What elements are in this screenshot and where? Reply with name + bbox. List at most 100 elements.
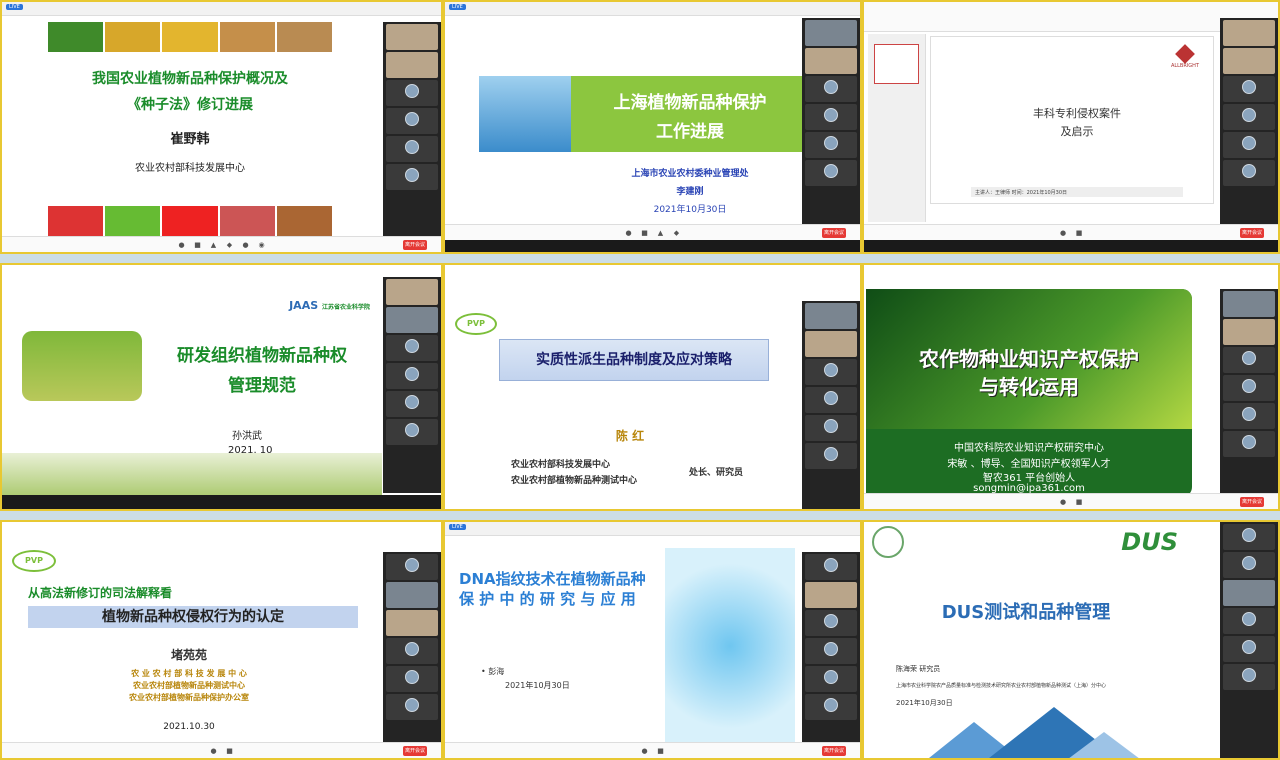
participant-tile[interactable] bbox=[1223, 664, 1275, 690]
participant-video[interactable] bbox=[805, 582, 857, 608]
avatar bbox=[1242, 668, 1256, 682]
participant-tile[interactable] bbox=[805, 554, 857, 580]
participant-tile[interactable] bbox=[1223, 552, 1275, 578]
os-taskbar bbox=[445, 240, 860, 252]
participant-tile[interactable] bbox=[386, 554, 438, 580]
leave-meeting-button[interactable]: 离开会议 bbox=[1240, 228, 1264, 238]
participants-icon[interactable]: ◆ bbox=[225, 240, 235, 250]
participant-video[interactable] bbox=[1223, 48, 1275, 74]
share-icon[interactable]: ▲ bbox=[209, 240, 219, 250]
participant-tile[interactable] bbox=[1223, 132, 1275, 158]
camera-icon[interactable]: ■ bbox=[1074, 228, 1084, 238]
participant-tile[interactable] bbox=[386, 419, 438, 445]
participant-tile[interactable] bbox=[1223, 347, 1275, 373]
participant-video[interactable] bbox=[386, 24, 438, 50]
participant-video[interactable] bbox=[1223, 291, 1275, 317]
slide: 上海植物新品种保护 工作进展 上海市农业农村委种业管理处 李建刚 2021年10… bbox=[479, 18, 809, 224]
leave-meeting-button[interactable]: 离开会议 bbox=[403, 240, 427, 250]
participant-tile[interactable] bbox=[805, 415, 857, 441]
participant-tile[interactable] bbox=[1223, 403, 1275, 429]
participant-tile[interactable] bbox=[386, 666, 438, 692]
participant-video[interactable] bbox=[386, 279, 438, 305]
participant-video[interactable] bbox=[805, 303, 857, 329]
participant-video[interactable] bbox=[805, 20, 857, 46]
slide: ALLBRIGHT 丰科专利侵权案件 及启示 主讲人：王律师 时间：2021年1… bbox=[930, 36, 1214, 204]
participant-tile[interactable] bbox=[1223, 524, 1275, 550]
participant-tile[interactable] bbox=[805, 694, 857, 720]
pvp-logo: PVP bbox=[455, 313, 497, 335]
mic-icon[interactable]: ● bbox=[1058, 228, 1068, 238]
participant-tile[interactable] bbox=[805, 132, 857, 158]
participant-tile[interactable] bbox=[805, 387, 857, 413]
participant-tile[interactable] bbox=[386, 164, 438, 190]
avatar bbox=[1242, 351, 1256, 365]
participant-tile[interactable] bbox=[1223, 76, 1275, 102]
participant-tile[interactable] bbox=[1223, 431, 1275, 457]
record-icon[interactable]: ◉ bbox=[257, 240, 267, 250]
participant-tile[interactable] bbox=[386, 363, 438, 389]
speaker-org: 上海市农业农村委种业管理处 bbox=[631, 169, 749, 179]
slide-title-line-2: 及启示 bbox=[1060, 125, 1094, 138]
participant-tile[interactable] bbox=[805, 666, 857, 692]
participant-tile[interactable] bbox=[805, 443, 857, 469]
avatar bbox=[1242, 435, 1256, 449]
mountain-graphic bbox=[929, 707, 1139, 758]
participant-video[interactable] bbox=[386, 610, 438, 636]
slide-title-line-2: 工作进展 bbox=[656, 122, 724, 142]
leave-meeting-button[interactable]: 离开会议 bbox=[822, 228, 846, 238]
camera-icon[interactable]: ■ bbox=[656, 746, 666, 756]
participant-panel bbox=[1220, 522, 1278, 758]
participant-tile[interactable] bbox=[1223, 160, 1275, 186]
avatar bbox=[1242, 528, 1256, 542]
chat-icon[interactable]: ● bbox=[241, 240, 251, 250]
participant-tile[interactable] bbox=[386, 694, 438, 720]
dna-helix-image bbox=[665, 548, 795, 744]
camera-icon[interactable]: ■ bbox=[640, 228, 650, 238]
participant-video[interactable] bbox=[1223, 319, 1275, 345]
mic-icon[interactable]: ● bbox=[177, 240, 187, 250]
slide: 农作物种业知识产权保护 与转化运用 中国农科院农业知识产权研究中心 宋敏 、博导… bbox=[866, 289, 1192, 497]
participant-tile[interactable] bbox=[1223, 608, 1275, 634]
mic-icon[interactable]: ● bbox=[209, 746, 219, 756]
avatar bbox=[405, 698, 419, 712]
mic-icon[interactable]: ● bbox=[624, 228, 634, 238]
live-badge: LIVE bbox=[449, 524, 466, 530]
camera-icon[interactable]: ■ bbox=[1074, 497, 1084, 507]
participant-tile[interactable] bbox=[386, 108, 438, 134]
mic-icon[interactable]: ● bbox=[640, 746, 650, 756]
participant-tile[interactable] bbox=[805, 76, 857, 102]
participant-tile[interactable] bbox=[805, 104, 857, 130]
participant-tile[interactable] bbox=[805, 638, 857, 664]
participant-video[interactable] bbox=[386, 307, 438, 333]
participant-tile[interactable] bbox=[386, 638, 438, 664]
share-icon[interactable]: ▲ bbox=[656, 228, 666, 238]
mic-icon[interactable]: ● bbox=[1058, 497, 1068, 507]
leave-meeting-button[interactable]: 离开会议 bbox=[1240, 497, 1264, 507]
participant-tile[interactable] bbox=[805, 359, 857, 385]
slide-footer: 主讲人：王律师 时间：2021年10月30日 bbox=[971, 187, 1183, 197]
leave-meeting-button[interactable]: 离开会议 bbox=[403, 746, 427, 756]
participant-tile[interactable] bbox=[386, 136, 438, 162]
slide-thumbnail[interactable] bbox=[874, 44, 919, 84]
slide-title-line-1: 农作物种业知识产权保护 bbox=[919, 347, 1139, 371]
camera-icon[interactable]: ■ bbox=[193, 240, 203, 250]
participant-video[interactable] bbox=[386, 52, 438, 78]
participant-tile[interactable] bbox=[1223, 375, 1275, 401]
participant-tile[interactable] bbox=[805, 610, 857, 636]
participant-video[interactable] bbox=[1223, 580, 1275, 606]
participant-tile[interactable] bbox=[386, 391, 438, 417]
participant-video[interactable] bbox=[805, 331, 857, 357]
participant-video[interactable] bbox=[386, 582, 438, 608]
leave-meeting-button[interactable]: 离开会议 bbox=[822, 746, 846, 756]
participants-icon[interactable]: ◆ bbox=[672, 228, 682, 238]
participant-video[interactable] bbox=[1223, 20, 1275, 46]
participant-tile[interactable] bbox=[1223, 636, 1275, 662]
logo-text: JAAS bbox=[289, 299, 319, 312]
participant-tile[interactable] bbox=[805, 160, 857, 186]
participant-tile[interactable] bbox=[1223, 104, 1275, 130]
participant-tile[interactable] bbox=[386, 80, 438, 106]
participant-video[interactable] bbox=[805, 48, 857, 74]
camera-icon[interactable]: ■ bbox=[225, 746, 235, 756]
participant-tile[interactable] bbox=[386, 335, 438, 361]
avatar bbox=[405, 112, 419, 126]
